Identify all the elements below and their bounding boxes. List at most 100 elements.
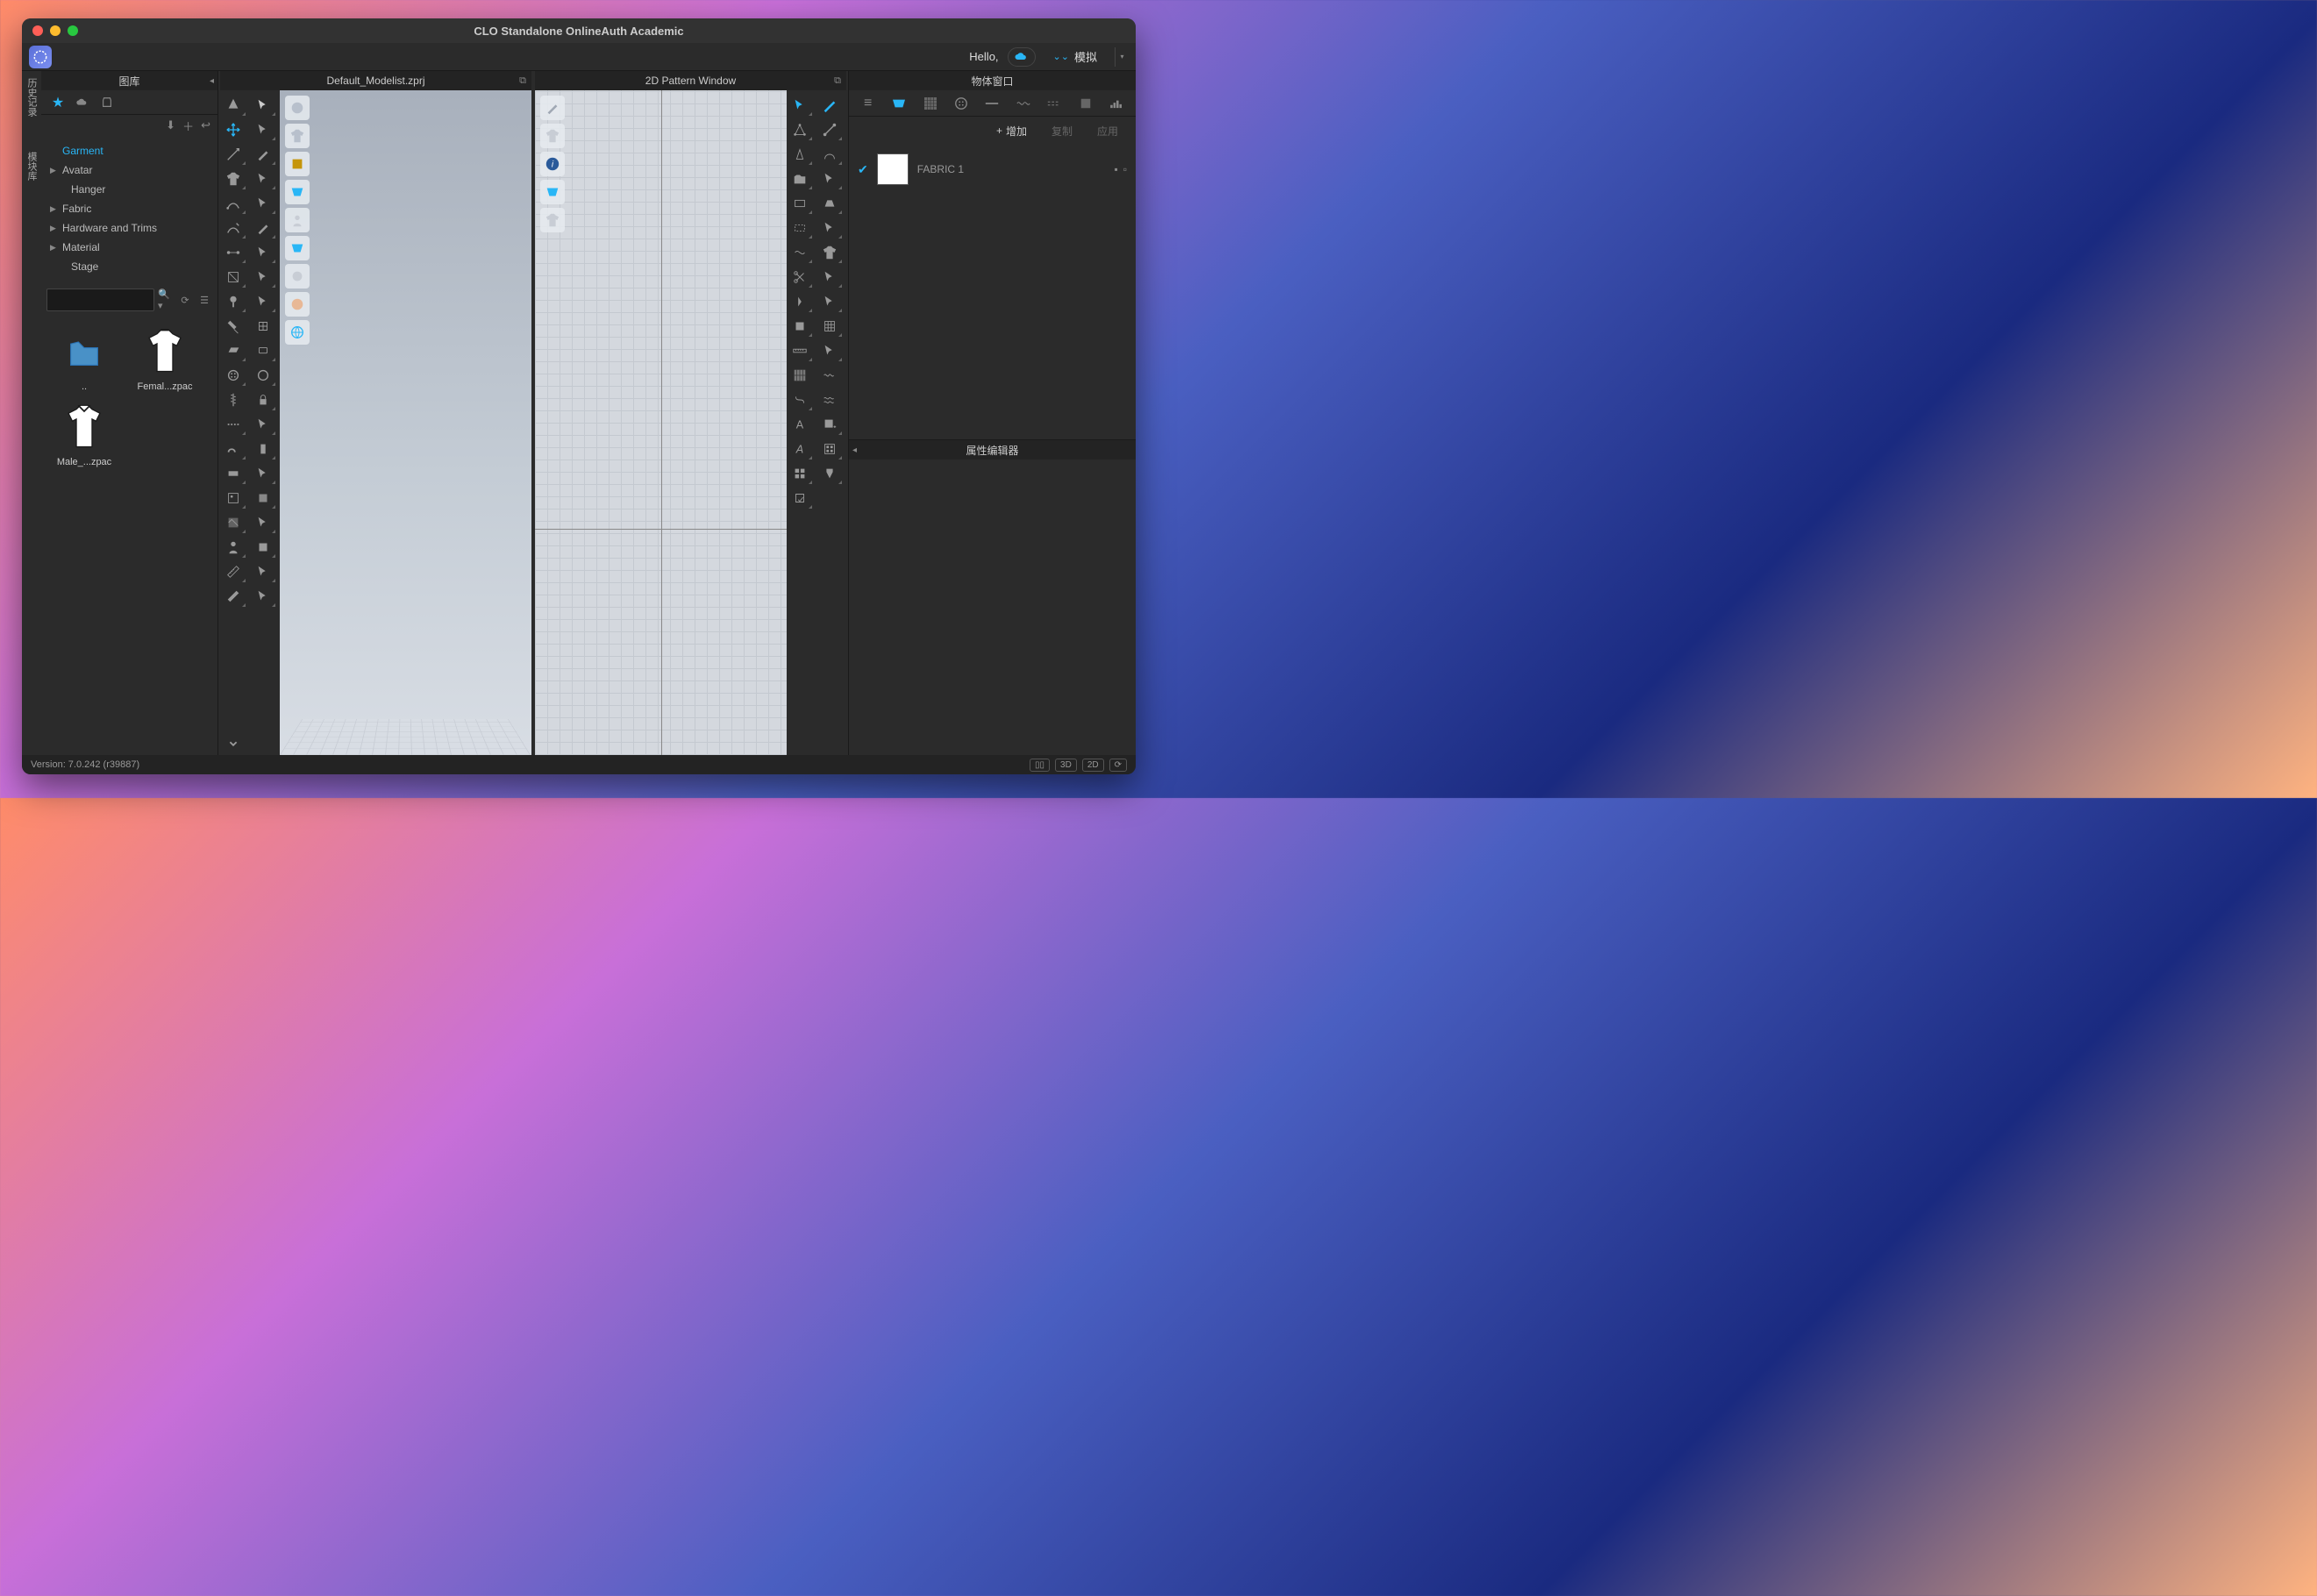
vico2d-tshirt[interactable] [540,208,565,232]
apply-button[interactable]: 应用 [1087,120,1129,142]
thumb-parent-folder[interactable]: .. [48,325,120,392]
tree-hanger[interactable]: Hanger [41,180,217,199]
tool2d-fabric[interactable] [787,315,813,338]
tool-pen-b[interactable] [250,217,276,239]
tool-b4[interactable] [250,167,276,190]
tool-avatarfit[interactable] [220,536,246,559]
tool2db-wave2[interactable] [816,388,843,411]
add-icon[interactable]: ＋ [182,118,194,134]
otab-scene[interactable]: ≡ [854,93,881,114]
tool-tape[interactable] [220,585,246,608]
cloud-sync-button[interactable] [1008,47,1036,67]
tool2d-thread[interactable] [787,388,813,411]
tool2d-text-a[interactable]: A [787,413,813,436]
tool2db-iron[interactable] [816,192,843,215]
tool-b9[interactable] [250,290,276,313]
tag-icon[interactable]: ▪ [1114,163,1117,175]
tool-zipper[interactable] [220,388,246,411]
side-tab-module[interactable]: 模块库 [25,152,39,181]
tool2d-rect[interactable] [787,192,813,215]
maximize-window-button[interactable] [68,25,78,36]
copy-button[interactable]: 复制 [1041,120,1083,142]
tool-sew-edit[interactable] [220,217,246,239]
tool2db-last[interactable] [816,462,843,485]
vico-trim[interactable] [285,264,310,289]
tool-graphic[interactable] [220,487,246,509]
tool2d-cut[interactable] [787,266,813,289]
tool-measure[interactable] [220,560,246,583]
tool2db-sel2[interactable] [816,217,843,239]
otab-texture[interactable] [916,93,944,114]
tool2d-dart[interactable] [787,143,813,166]
vico2d-info[interactable]: i [540,152,565,176]
otab-stitch[interactable] [1009,93,1037,114]
tree-stage[interactable]: Stage [41,257,217,276]
fabric-row[interactable]: ✔ FABRIC 1 ▪ ▫ [854,150,1130,189]
tool-binding[interactable] [220,462,246,485]
tree-material[interactable]: ▶Material [41,238,217,257]
tool-more[interactable] [220,732,246,755]
tool2db-sel3[interactable] [816,266,843,289]
popout-icon[interactable]: ⧉ [519,75,526,87]
canvas-2d[interactable]: i [535,90,787,755]
tool2d-grid[interactable] [787,462,813,485]
tree-garment[interactable]: Garment [41,141,217,160]
tool2db-edit[interactable] [816,94,843,117]
refresh-icon[interactable]: ⟳ [177,289,193,311]
menu-dropdown-caret[interactable]: ▾ [1115,47,1129,67]
tool2d-crop[interactable] [787,217,813,239]
tool2d-select[interactable] [787,94,813,117]
tool2d-sew[interactable] [787,241,813,264]
tool-b16[interactable] [250,462,276,485]
vico2d-pen[interactable] [540,96,565,120]
tab-favorite[interactable]: ★ [46,93,69,112]
minimize-window-button[interactable] [50,25,61,36]
vico-render[interactable] [285,96,310,120]
thumb-female[interactable]: Femal...zpac [129,325,201,392]
refresh-button[interactable]: ⟳ [1109,759,1127,772]
tool-b19[interactable] [250,536,276,559]
tool2d-scale[interactable] [787,364,813,387]
search-input[interactable] [46,289,154,311]
tree-hardware[interactable]: ▶Hardware and Trims [41,218,217,238]
tool-steam[interactable] [220,339,246,362]
tool-b20[interactable] [250,560,276,583]
tool-piping[interactable] [220,438,246,460]
otab-buttonhole[interactable] [979,93,1006,114]
tool-simulate[interactable] [220,94,246,117]
vico-fabric[interactable] [285,180,310,204]
collapse-icon[interactable]: ◂ [210,76,214,86]
tool-edit-mesh[interactable] [220,143,246,166]
tool-b21[interactable] [250,585,276,608]
layout-3d-button[interactable]: 3D [1055,759,1077,772]
vico2d-garment[interactable] [540,124,565,148]
tool-move[interactable] [220,118,246,141]
tool-topstitch[interactable] [220,413,246,436]
tool-b5[interactable] [250,192,276,215]
tool-b8[interactable] [250,266,276,289]
tool-circle[interactable] [250,364,276,387]
otab-grading[interactable] [1103,93,1130,114]
tool2d-text-a2[interactable]: A [787,438,813,460]
tool2d-poly[interactable] [787,118,813,141]
tool2db-sel4[interactable] [816,290,843,313]
fabric-swatch[interactable] [877,153,909,185]
tool2db-sel5[interactable] [816,339,843,362]
tool-select-b2[interactable] [250,118,276,141]
tool-button[interactable] [220,364,246,387]
tool-select-arrow[interactable] [250,94,276,117]
vico-world[interactable] [285,320,310,345]
close-window-button[interactable] [32,25,43,36]
tool2d-notch[interactable] [787,290,813,313]
tool2db-sel[interactable] [816,167,843,190]
canvas-3d[interactable] [280,90,531,755]
vico-skin[interactable] [285,292,310,317]
otab-button[interactable] [947,93,974,114]
tool2d-ruler[interactable] [787,339,813,362]
collapse-icon[interactable]: ◂ [852,445,857,455]
app-logo-button[interactable] [29,46,52,68]
vico2d-fabric[interactable] [540,180,565,204]
add-button[interactable]: +增加 [986,120,1037,142]
tool-tack[interactable] [220,290,246,313]
tool-garment[interactable] [220,167,246,190]
